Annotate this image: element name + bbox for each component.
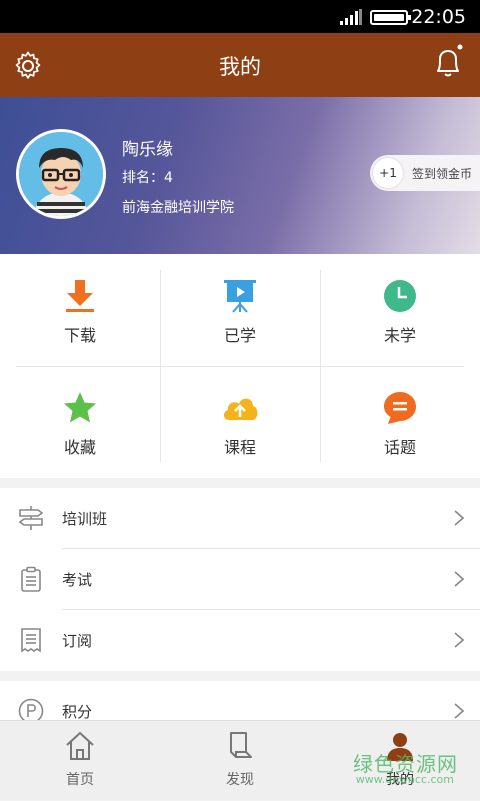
tab-label: 首页 [66,772,94,788]
grid-item-download[interactable]: 下载 [0,254,160,366]
chevron-right-icon [454,632,464,648]
chat-icon [384,392,416,424]
status-bar: 22:05 [0,0,480,33]
download-icon [66,280,94,312]
profile-school: 前海金融培训学院 [122,200,234,216]
grid-item-favorites[interactable]: 收藏 [0,366,160,478]
grid-label: 话题 [383,438,416,457]
profile-name: 陶乐缘 [122,140,173,160]
menu-label: 积分 [62,703,93,721]
menu-label: 考试 [62,571,93,589]
star-icon [64,392,96,423]
discover-icon [230,732,252,758]
menu-item-subscribe[interactable]: 订阅 [0,610,480,671]
clock: 22:05 [411,6,466,28]
grid-label: 未学 [383,326,416,345]
notification-bell-icon[interactable] [432,44,464,80]
feature-grid: 下载 已学 未学 收藏 课程 话题 [0,254,480,478]
chevron-right-icon [454,571,464,587]
grid-item-courses[interactable]: 课程 [160,366,320,478]
watermark-url: www.downcc.com [355,773,454,786]
profile-rank: 排名：4 [122,170,173,186]
menu-label: 培训班 [62,510,108,528]
receipt-icon [21,628,41,653]
presentation-icon [224,280,256,313]
grid-label: 已学 [223,326,256,345]
cartoon-avatar-icon [19,132,103,216]
grid-item-topics[interactable]: 话题 [320,366,480,478]
page-title: 我的 [219,55,261,79]
menu-label: 订阅 [62,632,93,650]
grid-label: 收藏 [63,438,96,457]
signin-label: 签到领金币 [412,167,473,181]
signal-icon [340,9,362,25]
signpost-icon [18,506,44,530]
menu-item-training[interactable]: 培训班 [0,488,480,549]
menu-item-exam[interactable]: 考试 [0,549,480,610]
chevron-right-icon [454,703,464,719]
tab-label: 发现 [226,772,254,788]
cloud-upload-icon [223,398,258,420]
profile-card: 陶乐缘 排名：4 前海金融培训学院 +1 签到领金币 [0,97,480,254]
grid-label: 下载 [63,326,96,345]
grid-item-unlearned[interactable]: 未学 [320,254,480,366]
tab-home[interactable]: 首页 [0,721,160,801]
grid-item-learned[interactable]: 已学 [160,254,320,366]
menu-list: 培训班 考试 订阅 [0,488,480,671]
signin-badge: +1 [373,158,403,188]
battery-icon [370,10,411,25]
signin-button[interactable]: +1 签到领金币 [370,155,480,191]
avatar[interactable] [16,129,106,219]
clipboard-icon [21,566,41,592]
clock-icon [384,280,416,312]
grid-label: 课程 [223,438,256,457]
chevron-right-icon [454,510,464,526]
title-bar: 我的 [0,33,480,97]
home-icon [66,731,94,760]
tab-discover[interactable]: 发现 [160,721,320,801]
